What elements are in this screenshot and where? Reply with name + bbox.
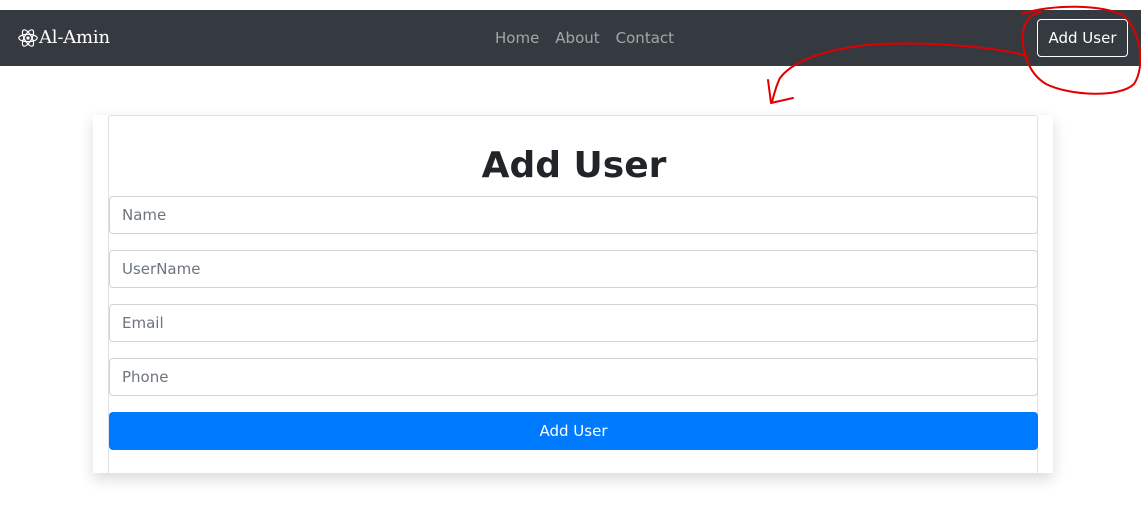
- add-user-submit-button[interactable]: Add User: [109, 412, 1038, 450]
- brand-name: Al-Amin: [39, 27, 110, 48]
- nav-link-about[interactable]: About: [555, 28, 599, 48]
- nav-add-user-button[interactable]: Add User: [1037, 19, 1128, 57]
- nav-links: Home About Contact: [495, 28, 674, 48]
- email-input[interactable]: [109, 304, 1038, 342]
- form-title: Add User: [481, 145, 667, 186]
- add-user-card: Add User Add User: [93, 115, 1053, 473]
- navbar: Al-Amin Home About Contact Add User: [0, 10, 1141, 66]
- name-input[interactable]: [109, 196, 1038, 234]
- brand-link[interactable]: Al-Amin: [17, 25, 110, 51]
- react-atom-icon: [18, 29, 38, 47]
- annotation-arrowhead: [767, 79, 794, 104]
- form-container: Add User Add User: [108, 115, 1038, 473]
- nav-link-home[interactable]: Home: [495, 28, 539, 48]
- nav-link-contact[interactable]: Contact: [616, 28, 674, 48]
- phone-input[interactable]: [109, 358, 1038, 396]
- username-input[interactable]: [109, 250, 1038, 288]
